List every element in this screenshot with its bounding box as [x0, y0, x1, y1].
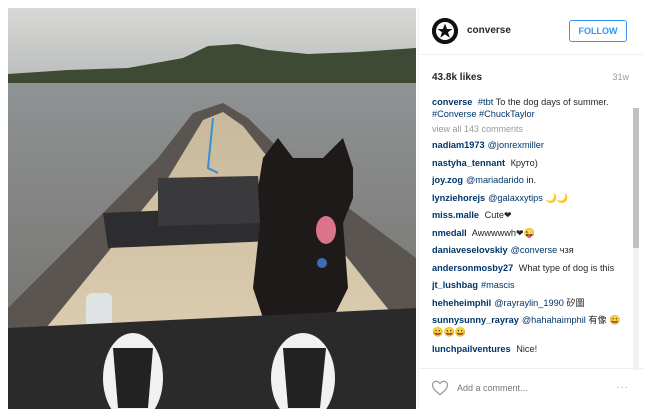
- comment-username[interactable]: daniaveselovskiy: [432, 245, 508, 255]
- comment-text: Nice!: [516, 344, 538, 354]
- comment-mention[interactable]: @rayraylin_1990: [494, 298, 564, 308]
- caption: converse #tbt To the dog days of summer.…: [432, 97, 628, 120]
- comment-row: heheheimphil @rayraylin_1990 矽圖: [432, 298, 628, 310]
- comment-mention[interactable]: @hahahaimphil: [522, 315, 586, 325]
- comment-text: Awwwwwh❤😜: [471, 227, 536, 238]
- post-sidebar: converse FOLLOW 43.8k likes 31w converse…: [418, 8, 643, 409]
- comment-username[interactable]: nadiam1973: [432, 140, 485, 150]
- comment-text: Круто): [510, 157, 538, 168]
- caption-hashtags[interactable]: #Converse #ChuckTaylor: [432, 109, 535, 119]
- comments-list: converse #tbt To the dog days of summer.…: [432, 97, 628, 369]
- comment-username[interactable]: jt_lushbag: [432, 280, 478, 290]
- comment-row: nadiam1973 @jonrexmiller: [432, 140, 628, 152]
- photo-canoe-dog: [8, 8, 416, 409]
- comment-username[interactable]: lunchpailventures: [432, 344, 511, 354]
- comment-text: чзя: [559, 245, 574, 255]
- comment-text: Cute❤: [484, 210, 512, 220]
- follow-button[interactable]: FOLLOW: [569, 20, 627, 42]
- comment-row: miss.malle Cute❤: [432, 210, 628, 222]
- comment-row: lunchpailventures Nice!: [432, 344, 628, 356]
- caption-hashtag[interactable]: #tbt: [478, 97, 493, 107]
- caption-text: To the dog days of summer.: [495, 97, 609, 107]
- post-footer: ···: [419, 368, 643, 409]
- comment-row: sunnysunny_rayray @hahahaimphil 有像 😀😀😀😀: [432, 315, 628, 338]
- likes-count[interactable]: 43.8k likes: [432, 72, 482, 83]
- comment-username[interactable]: nmedall: [432, 228, 467, 238]
- more-options-icon[interactable]: ···: [616, 382, 629, 393]
- comment-text: What type of dog is this: [518, 262, 615, 273]
- comment-mention[interactable]: @mariadarido: [466, 175, 524, 185]
- comment-username[interactable]: lynziehorejs: [432, 193, 485, 203]
- comments-scrollbar[interactable]: [633, 108, 639, 370]
- caption-username[interactable]: converse: [432, 97, 472, 107]
- comment-row: andersonmosby27 What type of dog is this: [432, 263, 628, 275]
- comment-username[interactable]: sunnysunny_rayray: [432, 315, 519, 325]
- comment-username[interactable]: heheheimphil: [432, 298, 491, 308]
- instagram-post: converse FOLLOW 43.8k likes 31w converse…: [0, 0, 650, 417]
- comment-row: jt_lushbag #mascis: [432, 280, 628, 292]
- comment-username[interactable]: joy.zog: [432, 175, 463, 185]
- comment-row: nmedall Awwwwwh❤😜: [432, 228, 628, 240]
- scrollbar-thumb[interactable]: [633, 108, 639, 248]
- post-photo[interactable]: [8, 8, 416, 409]
- heart-icon[interactable]: [431, 379, 449, 397]
- comment-mention[interactable]: #mascis: [481, 280, 515, 290]
- star-logo-icon: [432, 18, 458, 44]
- post-username[interactable]: converse: [467, 25, 511, 36]
- comment-mention[interactable]: @galaxxytips: [488, 193, 543, 203]
- view-all-comments-link[interactable]: view all 143 comments: [432, 124, 628, 134]
- comment-row: nastyha_tennant Круто): [432, 158, 628, 170]
- comment-row: lynziehorejs @galaxxytips 🌙🌙: [432, 193, 628, 205]
- post-time[interactable]: 31w: [612, 72, 629, 82]
- post-header: converse FOLLOW: [419, 8, 643, 55]
- comment-username[interactable]: miss.malle: [432, 210, 479, 220]
- comment-text: in.: [526, 175, 537, 185]
- avatar[interactable]: [432, 18, 458, 44]
- comment-username[interactable]: andersonmosby27: [432, 263, 513, 273]
- comment-mention[interactable]: @converse: [511, 245, 558, 255]
- comment-row: joy.zog @mariadarido in.: [432, 175, 628, 187]
- comment-text: 矽圖: [566, 297, 585, 308]
- add-comment-input[interactable]: [457, 383, 597, 393]
- comment-mention[interactable]: @jonrexmiller: [488, 140, 544, 150]
- comment-text: 🌙🌙: [545, 192, 569, 203]
- comment-username[interactable]: nastyha_tennant: [432, 158, 505, 168]
- comment-row: daniaveselovskiy @converse чзя: [432, 245, 628, 257]
